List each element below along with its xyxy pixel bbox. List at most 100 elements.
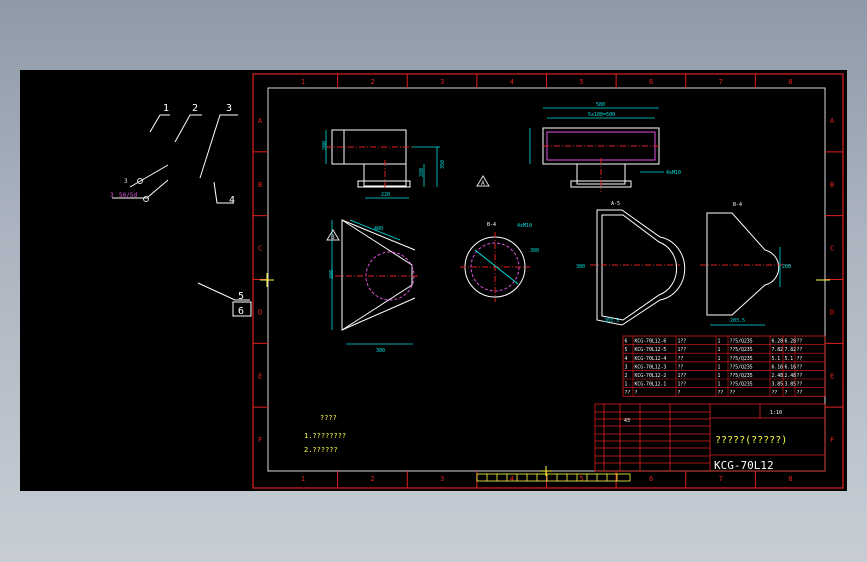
view-a-label: A <box>481 180 485 187</box>
bom-cell: 6.28 <box>772 339 784 345</box>
dim-side-height: 280 <box>419 168 425 177</box>
tech-notes: ???? 1.???????? 2.?????? <box>304 414 346 454</box>
bom-table: 6 KCG-70L12-6 1?? 1 ??5/Q235 6.28 6.28 ?? 5 KCG-7… <box>622 335 826 397</box>
zone-number-bottom: 4 <box>510 475 514 483</box>
front-dim-text: 200 350 220 280 <box>322 141 446 198</box>
zone-number-bottom: 8 <box>788 475 792 483</box>
bom-cell: 1 <box>718 339 721 345</box>
bom-cell: ?? <box>797 347 803 353</box>
bom-header-cell: ?? <box>772 390 778 396</box>
bom-cell: 1 <box>718 364 721 370</box>
dim-c-w: 203.5 <box>604 318 619 324</box>
view-marker-a: A <box>476 175 490 187</box>
bom-header-cell: ?? <box>718 390 724 396</box>
scale-text: 1:10 <box>770 410 782 416</box>
bom-cell: ??5/Q235 <box>730 339 753 345</box>
zone-letter-right: F <box>830 436 834 444</box>
leader-label-6: 6 <box>238 306 244 317</box>
view-flange <box>460 232 530 302</box>
zone-number-top: 1 <box>301 78 305 86</box>
hood-dims <box>331 219 413 345</box>
view-side-elevation <box>542 127 660 192</box>
bom-cell: 6.28 <box>785 339 797 345</box>
title-block <box>594 403 826 472</box>
leader-label-2: 2 <box>192 103 198 114</box>
bom-cell: ??5/Q235 <box>730 382 753 388</box>
bom-cell: ??5/Q235 <box>730 364 753 370</box>
bom-header-cell: ?? <box>625 390 631 396</box>
dim-d-h: 200 <box>782 264 791 270</box>
weld-symbol-b: 3 <box>110 192 114 199</box>
zone-number-top: 7 <box>719 78 723 86</box>
bom-cell: ?? <box>797 373 803 379</box>
drawing-viewport[interactable]: 1 1 2 2 3 3 4 4 5 5 6 6 7 7 8 8 A A B B C C D D E E F F 1 2 3 4 5 6… <box>20 70 847 491</box>
notes-title: ???? <box>320 414 337 422</box>
bom-cell: 1 <box>625 382 628 388</box>
dim-d-w: 203.5 <box>730 318 745 324</box>
dim-c-h: 380 <box>576 264 585 270</box>
bom-header-cell: ?? <box>797 390 803 396</box>
notes-line-1: 1.???????? <box>304 432 346 440</box>
zone-letter-left: D <box>258 308 262 316</box>
zone-letter-right: B <box>830 181 834 189</box>
bom-cell: 1 <box>718 382 721 388</box>
leader-label-1: 1 <box>163 103 169 114</box>
view-b-label: B <box>331 234 335 241</box>
zone-letter-left: B <box>258 181 262 189</box>
dim-tri-width: 300 <box>376 348 385 354</box>
dim-plate-width: 220 <box>381 192 390 198</box>
view-rounded-hood <box>590 209 686 326</box>
bom-cell: 5.1 <box>772 356 781 362</box>
bom-cell: 1 <box>718 356 721 362</box>
bom-cell: KCG-70L12-5 <box>635 347 667 353</box>
bom-cell: KCG-70L12-4 <box>635 356 667 362</box>
bom-cell: ??5/Q235 <box>730 356 753 362</box>
zone-number-bottom: 1 <box>301 475 305 483</box>
bom-cell: 3 <box>625 364 628 370</box>
bom-cell: ??5/Q235 <box>730 373 753 379</box>
leader-label-4: 4 <box>229 195 235 206</box>
bottom-scale-bar <box>476 473 631 482</box>
bom-cell: 3.85 <box>785 382 797 388</box>
leader-group <box>112 114 252 317</box>
cell-a: 43 <box>624 418 630 424</box>
zone-number-bottom: 3 <box>440 475 444 483</box>
zone-number-top: 4 <box>510 78 514 86</box>
bom-cell: 7.82 <box>785 347 797 353</box>
bom-cell: 6.16 <box>772 364 784 370</box>
cad-drawing[interactable]: 1 1 2 2 3 3 4 4 5 5 6 6 7 7 8 8 A A B B C C D D E E F F 1 2 3 4 5 6… <box>20 70 847 491</box>
bom-cell: 1 <box>718 373 721 379</box>
zone-letter-right: E <box>830 372 834 380</box>
bom-cell: ?? <box>797 364 803 370</box>
bom-cell: ?? <box>678 364 684 370</box>
bom-cell: KCG-70L12-6 <box>635 339 667 345</box>
weld-symbol-b-text: 50/5d <box>119 192 137 199</box>
bom-cell: 6 <box>625 339 628 345</box>
dim-top-inner: 5x100=500 <box>588 112 615 118</box>
view-triangle-hood <box>335 219 420 331</box>
section-4a-label: B-4 <box>487 222 496 228</box>
bom-cell: 3.85 <box>772 382 784 388</box>
zone-letter-left: F <box>258 436 262 444</box>
bom-cell: 5 <box>625 347 628 353</box>
bom-cell: 6.16 <box>785 364 797 370</box>
bom-cell: 4 <box>625 356 628 362</box>
zone-number-top: 3 <box>440 78 444 86</box>
section-4b-label: B-4 <box>733 202 742 208</box>
view-marker-b: B <box>326 229 340 241</box>
weld-circle-b <box>143 196 149 202</box>
zone-letter-right: C <box>830 245 834 253</box>
dim-front-width: 200 <box>322 141 328 150</box>
zone-number-bottom: 5 <box>579 475 583 483</box>
bom-cell: 2.48 <box>785 373 797 379</box>
zone-number-top: 2 <box>370 78 374 86</box>
bom-header-cell: ? <box>635 390 638 396</box>
bom-cell: ??5/Q235 <box>730 347 753 353</box>
dim-top-total: 580 <box>596 102 605 108</box>
view-funnel <box>700 212 790 316</box>
bom-cell: 2 <box>625 373 628 379</box>
zone-letter-left: A <box>258 117 263 125</box>
zone-number-bottom: 2 <box>370 475 374 483</box>
view-front-elevation <box>326 129 412 190</box>
rounded-hood-text: A-5 203.5 380 <box>576 201 620 324</box>
